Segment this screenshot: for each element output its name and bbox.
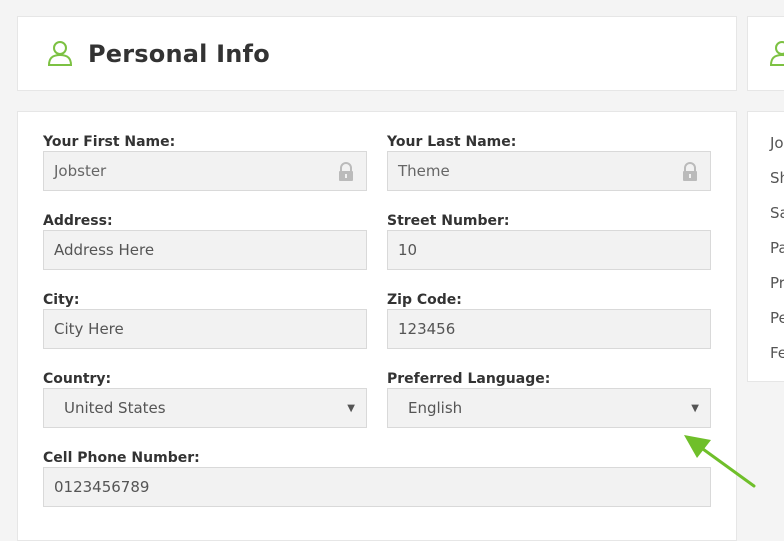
secondary-header — [747, 16, 784, 91]
cell-phone-label: Cell Phone Number: — [43, 450, 200, 466]
street-number-value: 10 — [398, 241, 418, 259]
personal-info-form: Your First Name: Jobster Your Last Name:… — [17, 111, 737, 541]
zip-code-label: Zip Code: — [387, 292, 462, 308]
list-item[interactable]: Pa — [770, 239, 784, 257]
preferred-language-select[interactable]: English ▼ — [387, 388, 711, 428]
last-name-field: Theme — [387, 151, 711, 191]
chevron-down-icon: ▼ — [347, 403, 355, 414]
first-name-label: Your First Name: — [43, 134, 176, 150]
city-placeholder: City Here — [54, 320, 124, 338]
lock-icon — [339, 162, 353, 181]
last-name-value: Theme — [398, 162, 450, 180]
chevron-down-icon: ▼ — [691, 403, 699, 414]
list-item[interactable]: Pr — [770, 274, 784, 292]
cell-phone-value: 0123456789 — [54, 478, 150, 496]
secondary-list: Jo Sh Sa Pa Pr Pe Fe — [747, 111, 784, 382]
last-name-label: Your Last Name: — [387, 134, 517, 150]
annotation-arrow-icon — [684, 435, 756, 488]
list-item[interactable]: Sh — [770, 169, 784, 187]
street-number-input[interactable]: 10 — [387, 230, 711, 270]
personal-info-header: Personal Info — [17, 16, 737, 91]
address-placeholder: Address Here — [54, 241, 155, 259]
lock-icon — [683, 162, 697, 181]
country-label: Country: — [43, 371, 112, 387]
list-item[interactable]: Sa — [770, 204, 784, 222]
list-item[interactable]: Fe — [770, 344, 784, 362]
user-icon — [769, 41, 784, 66]
preferred-language-selected-value: English — [408, 399, 463, 417]
list-item[interactable]: Pe — [770, 309, 784, 327]
page-title: Personal Info — [88, 40, 270, 68]
address-input[interactable]: Address Here — [43, 230, 367, 270]
city-label: City: — [43, 292, 80, 308]
address-label: Address: — [43, 213, 113, 229]
street-number-label: Street Number: — [387, 213, 510, 229]
preferred-language-label: Preferred Language: — [387, 371, 551, 387]
cell-phone-input[interactable]: 0123456789 — [43, 467, 711, 507]
first-name-value: Jobster — [54, 162, 107, 180]
zip-code-value: 123456 — [398, 320, 456, 338]
user-icon — [47, 41, 73, 66]
first-name-field: Jobster — [43, 151, 367, 191]
country-select[interactable]: United States ▼ — [43, 388, 367, 428]
list-item[interactable]: Jo — [770, 134, 784, 152]
zip-code-input[interactable]: 123456 — [387, 309, 711, 349]
country-selected-value: United States — [64, 399, 166, 417]
city-input[interactable]: City Here — [43, 309, 367, 349]
